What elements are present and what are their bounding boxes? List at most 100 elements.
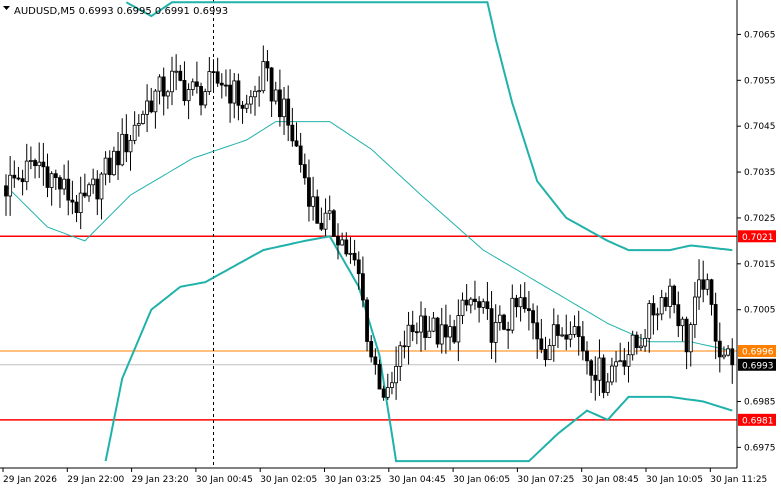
- candle-body: [493, 322, 498, 343]
- candle-body: [153, 90, 158, 113]
- candle-body: [87, 184, 91, 197]
- candle-body: [427, 330, 432, 338]
- candle-body: [78, 192, 83, 213]
- candle-body: [58, 177, 62, 190]
- candle-body: [643, 337, 647, 347]
- candle-body: [136, 123, 141, 126]
- candle-body: [668, 285, 672, 307]
- candle-body: [327, 210, 332, 214]
- candle-body: [398, 345, 403, 367]
- candle-body: [20, 178, 25, 183]
- candle-body: [626, 354, 631, 367]
- candle-body: [261, 61, 266, 92]
- candle-body: [414, 331, 419, 334]
- x-tick-label: 30 Jan 06:05: [453, 475, 510, 485]
- candle-body: [659, 297, 664, 315]
- candle-body: [336, 235, 340, 246]
- candle-body: [199, 86, 203, 106]
- candle: [331, 208, 336, 237]
- candle-body: [360, 273, 365, 301]
- candle-body: [394, 366, 399, 384]
- candle-body: [639, 345, 643, 349]
- candle-body: [344, 239, 349, 255]
- candle-body: [45, 166, 50, 188]
- candle-body: [547, 345, 552, 361]
- x-tick-label: 30 Jan 07:25: [517, 475, 574, 485]
- candle-body: [680, 318, 685, 327]
- candle-body: [62, 178, 66, 190]
- current-price-badge: 0.6993: [738, 358, 776, 371]
- candle-body: [219, 82, 224, 86]
- candle-body: [717, 340, 722, 358]
- candle-body: [373, 356, 378, 365]
- x-tick-label: 30 Jan 04:45: [389, 475, 446, 485]
- candle-body: [560, 334, 564, 337]
- candle-body: [693, 296, 697, 326]
- candle-body: [107, 157, 112, 176]
- candle-body: [132, 124, 137, 141]
- candle-body: [257, 90, 262, 93]
- candle-body: [66, 178, 71, 201]
- badge-label: 0.6996: [742, 348, 774, 358]
- candle-body: [452, 326, 457, 343]
- candle-body: [539, 338, 544, 350]
- candle-body: [568, 333, 573, 340]
- candle-body: [481, 301, 486, 308]
- candle-body: [705, 279, 710, 290]
- candle-body: [589, 360, 594, 376]
- candle-body: [448, 326, 452, 338]
- candle-body: [522, 297, 527, 310]
- candle-body: [145, 100, 150, 115]
- candle-body: [556, 324, 560, 336]
- candle-body: [497, 314, 502, 323]
- candle-body: [4, 185, 8, 197]
- candle-body: [713, 304, 718, 342]
- x-tick-label: 30 Jan 02:05: [260, 475, 317, 485]
- candle-body: [91, 178, 96, 186]
- candle-body: [311, 196, 316, 207]
- candle-body: [244, 103, 249, 109]
- candle-body: [16, 177, 21, 180]
- candle-body: [12, 174, 17, 179]
- candle: [502, 313, 506, 331]
- candle: [377, 359, 382, 390]
- candle-body: [676, 304, 681, 327]
- candle-body: [369, 341, 374, 358]
- candle-body: [651, 303, 656, 316]
- candle-body: [157, 76, 162, 92]
- candle-body: [186, 89, 191, 102]
- candle-body: [103, 157, 108, 175]
- y-tick-label: 0.7055: [744, 76, 776, 86]
- x-tick-label: 30 Jan 08:45: [582, 475, 639, 485]
- candle: [435, 316, 440, 348]
- candle-body: [28, 160, 33, 162]
- candle-body: [282, 98, 286, 118]
- badge-label: 0.6981: [742, 416, 774, 426]
- candle-body: [41, 161, 46, 168]
- candle-body: [618, 360, 623, 363]
- candle-body: [510, 297, 515, 331]
- candle-body: [439, 324, 444, 345]
- x-tick-label: 29 Jan 23:20: [132, 475, 189, 485]
- candle-body: [684, 318, 689, 353]
- candle-body: [722, 354, 726, 358]
- candle-body: [273, 89, 278, 102]
- y-tick-label: 0.7005: [744, 306, 776, 316]
- candle-body: [319, 222, 324, 230]
- candle-body: [531, 310, 535, 324]
- candle-body: [8, 174, 13, 197]
- badge-label: 0.7021: [742, 233, 774, 243]
- candle-body: [672, 285, 677, 306]
- candle-body: [601, 357, 606, 393]
- level-badge-0.7021: 0.7021: [738, 230, 776, 243]
- candle-body: [178, 70, 183, 81]
- candle-body: [377, 364, 382, 390]
- candle-body: [190, 81, 195, 90]
- candle-body: [726, 348, 730, 356]
- candle-body: [53, 173, 58, 179]
- candle-body: [634, 334, 639, 349]
- candle-body: [37, 161, 42, 167]
- x-tick-label: 30 Jan 03:25: [325, 475, 382, 485]
- candle-body: [315, 196, 320, 224]
- candle-body: [576, 326, 581, 338]
